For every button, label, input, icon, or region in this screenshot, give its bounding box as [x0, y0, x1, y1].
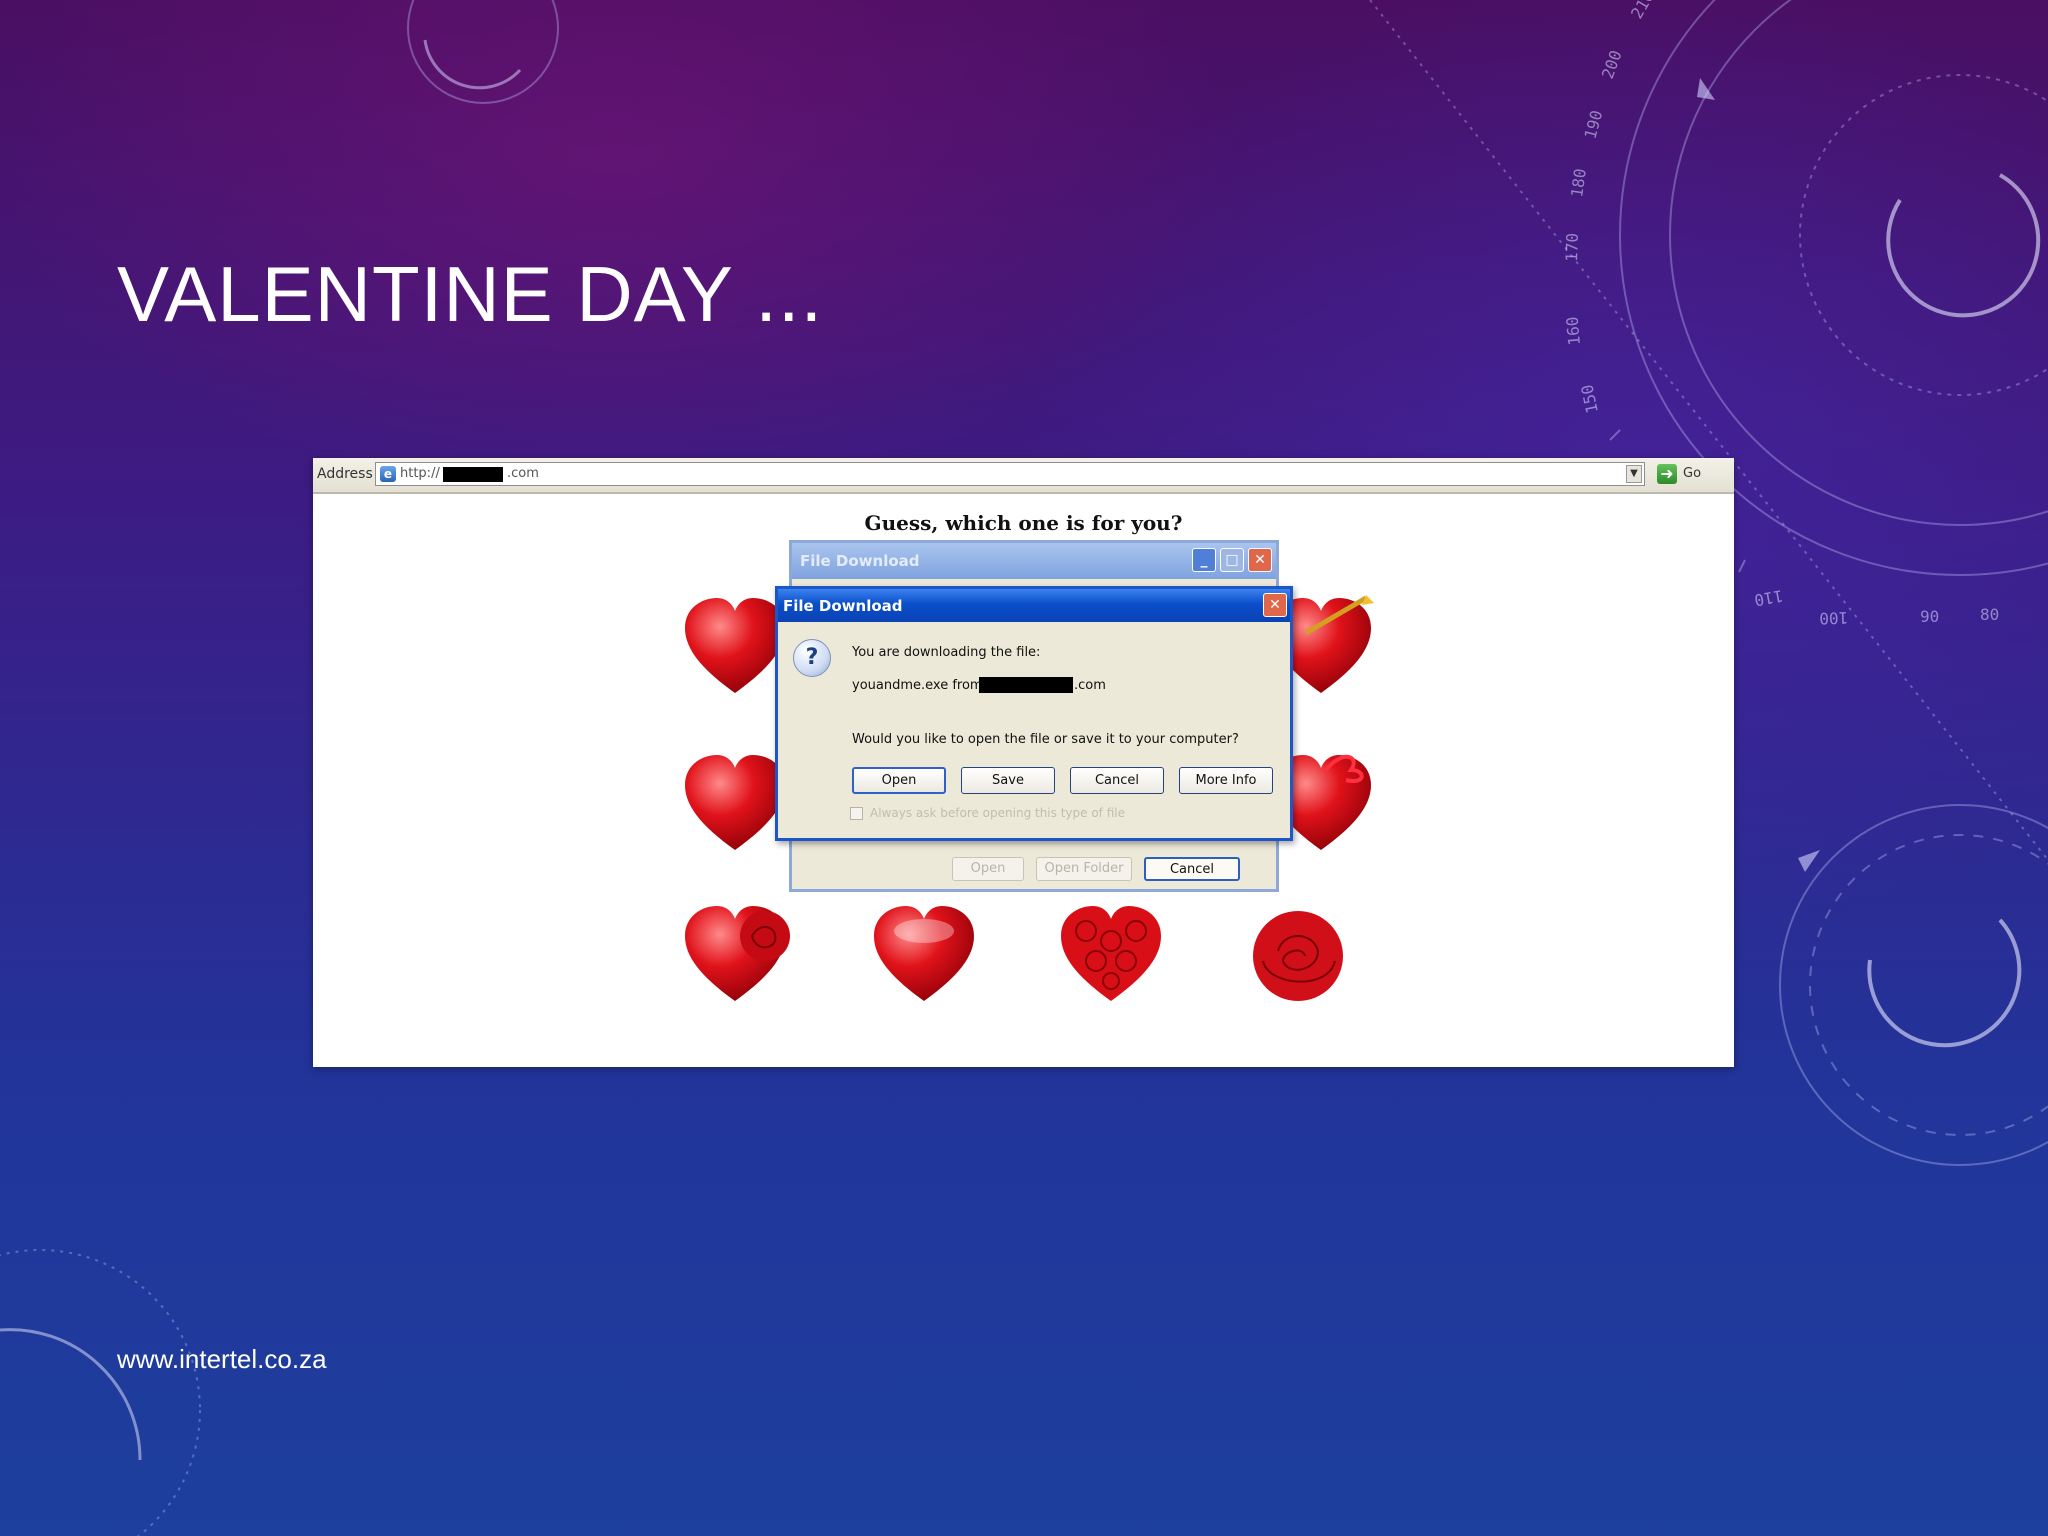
go-button[interactable]: Go — [1683, 466, 1701, 481]
file-download-dialog: File Download ✕ ? You are downloading th… — [775, 586, 1293, 841]
footer-url[interactable]: www.intertel.co.za — [117, 1344, 327, 1375]
ie-page-icon: e — [380, 466, 396, 482]
more-info-button[interactable]: More Info — [1179, 767, 1273, 794]
heart-image-1[interactable] — [680, 593, 790, 703]
dialog-title: File Download — [800, 552, 920, 570]
open-button[interactable]: Open — [852, 767, 946, 794]
redacted-domain — [979, 677, 1073, 693]
glossy-heart-image[interactable] — [869, 901, 979, 1011]
dial-tick-210: 210 — [1627, 0, 1658, 22]
dial-tick-100: 100 — [1819, 608, 1849, 628]
cancel-button-back[interactable]: Cancel — [1144, 857, 1240, 881]
rose-image[interactable] — [1243, 901, 1353, 1011]
address-label: Address — [317, 466, 373, 482]
close-icon[interactable]: ✕ — [1248, 548, 1272, 572]
open-button-disabled: Open — [952, 857, 1024, 881]
file-domain-suffix: .com — [1074, 678, 1106, 693]
address-bar: Address e http:// .com ▼ ➜ Go — [313, 458, 1734, 494]
maximize-icon[interactable]: □ — [1220, 548, 1244, 572]
minimize-icon[interactable]: _ — [1192, 548, 1216, 572]
url-prefix: http:// — [400, 466, 440, 481]
dial-tick-90: 90 — [1920, 607, 1939, 626]
open-or-save-question: Would you like to open the file or save … — [852, 732, 1239, 747]
dial-tick-170: 170 — [1562, 233, 1582, 263]
dial-tick-200: 200 — [1598, 48, 1626, 82]
cancel-button[interactable]: Cancel — [1070, 767, 1164, 794]
triangle-marker-icon — [1798, 850, 1820, 872]
redacted-domain — [443, 467, 503, 482]
question-icon: ? — [793, 639, 831, 677]
close-icon[interactable]: ✕ — [1263, 593, 1287, 617]
dial-tick-80: 80 — [1980, 605, 1999, 624]
dial-tick-190: 190 — [1581, 108, 1607, 141]
dial-tick-160: 160 — [1563, 316, 1584, 346]
dial-tick-180: 180 — [1567, 167, 1590, 198]
heart-image-2[interactable] — [680, 750, 790, 860]
page-heading: Guess, which one is for you? — [864, 511, 1183, 535]
url-input[interactable]: e http:// .com ▼ — [375, 462, 1645, 486]
dial-tick-150: 150 — [1577, 383, 1602, 415]
open-folder-button-disabled: Open Folder — [1036, 857, 1132, 881]
dial-tick-110: 110 — [1753, 586, 1785, 610]
save-button[interactable]: Save — [961, 767, 1055, 794]
dropdown-arrow-icon[interactable]: ▼ — [1626, 465, 1642, 483]
heart-with-rose-image[interactable] — [680, 901, 790, 1011]
file-name: youandme.exe from — [852, 678, 983, 693]
download-message: You are downloading the file: — [852, 645, 1041, 660]
dialog-title: File Download — [783, 597, 903, 615]
dialog-titlebar: File Download ✕ — [778, 589, 1290, 622]
dialog-titlebar: File Download _ □ ✕ — [792, 543, 1276, 579]
slide-title: VALENTINE DAY ... — [117, 250, 824, 338]
url-suffix: .com — [507, 466, 539, 481]
triangle-marker-icon — [1697, 78, 1715, 100]
always-ask-label: Always ask before opening this type of f… — [870, 806, 1125, 820]
rose-petal-heart-image[interactable] — [1056, 901, 1166, 1011]
go-arrow-icon[interactable]: ➜ — [1657, 464, 1677, 484]
always-ask-checkbox[interactable] — [850, 807, 863, 820]
browser-screenshot: Address e http:// .com ▼ ➜ Go Guess, whi… — [313, 458, 1734, 1067]
